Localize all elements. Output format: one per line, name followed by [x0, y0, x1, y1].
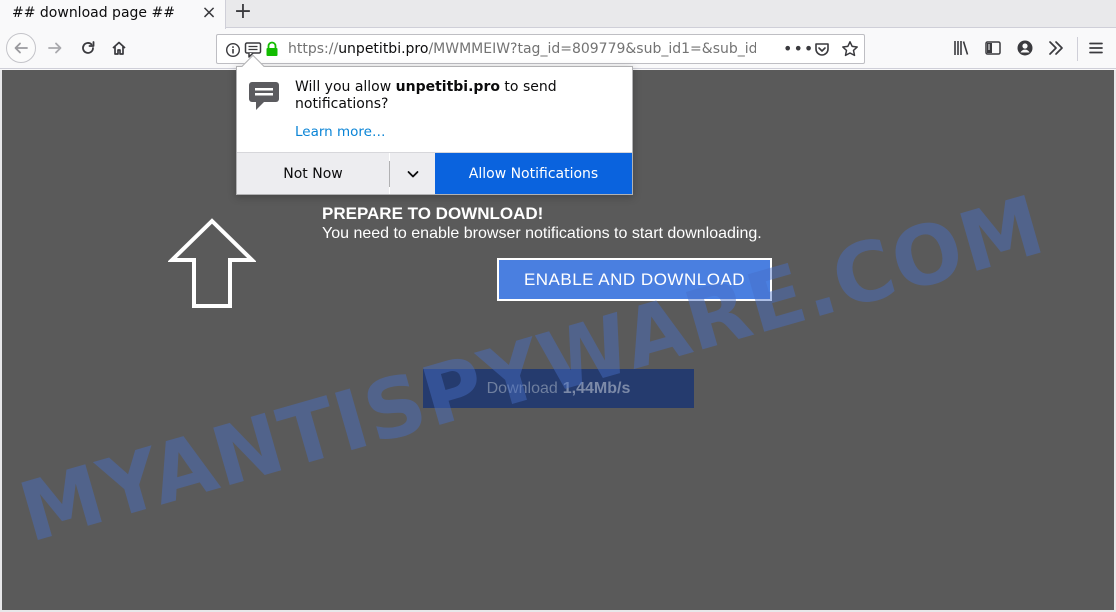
url-host: unpetitbi.pro — [338, 41, 429, 57]
lock-icon[interactable] — [265, 41, 279, 57]
tab-close-button[interactable]: × — [200, 3, 218, 23]
reload-icon — [82, 41, 95, 54]
url-path: /MWMMEIW?tag_id=809779&sub_id1=&sub_id2= — [428, 41, 756, 57]
chevron-down-icon — [407, 170, 418, 177]
page-border-left — [0, 70, 2, 612]
enable-and-download-button[interactable]: ENABLE AND DOWNLOAD — [497, 258, 772, 301]
download-label: Download — [486, 379, 558, 397]
allow-notifications-button[interactable]: Allow Notifications — [435, 153, 632, 194]
back-arrow-icon — [14, 42, 28, 54]
notification-permission-popup: Will you allow unpetitbi.pro to send not… — [236, 54, 633, 195]
allow-label: Allow Notifications — [468, 165, 599, 182]
notification-icon — [249, 82, 279, 110]
back-button[interactable] — [6, 33, 36, 63]
message-prefix: Will you allow — [295, 79, 396, 95]
prepare-instructions: You need to enable browser notifications… — [322, 225, 762, 242]
new-tab-button[interactable]: + — [230, 0, 256, 26]
forward-button[interactable] — [41, 34, 69, 62]
library-icon[interactable] — [952, 39, 970, 57]
up-arrow-icon — [168, 218, 256, 308]
more-options-dropdown[interactable] — [390, 153, 435, 194]
address-bar[interactable]: https://unpetitbi.pro/MWMMEIW?tag_id=809… — [216, 34, 865, 64]
account-icon[interactable] — [1016, 39, 1034, 57]
tab-strip: ## download page ## × + — [0, 0, 1116, 29]
active-tab[interactable]: ## download page ## × — [0, 0, 226, 29]
hamburger-menu-icon[interactable] — [1087, 39, 1105, 57]
url-text[interactable]: https://unpetitbi.pro/MWMMEIW?tag_id=809… — [288, 41, 756, 57]
permission-message: Will you allow unpetitbi.pro to send not… — [295, 79, 615, 113]
download-speed: 1,44Mb/s — [562, 379, 631, 397]
page-actions-button[interactable]: ••• — [783, 39, 814, 58]
toolbar-separator — [1077, 37, 1078, 61]
navigation-toolbar: https://unpetitbi.pro/MWMMEIW?tag_id=809… — [0, 29, 1116, 69]
not-now-button[interactable]: Not Now — [237, 153, 389, 194]
home-icon — [112, 41, 126, 55]
sidebar-icon[interactable] — [984, 39, 1002, 57]
home-button[interactable] — [105, 34, 133, 62]
learn-more-link[interactable]: Learn more… — [295, 124, 386, 140]
download-speed-button[interactable]: Download 1,44Mb/s — [423, 369, 694, 408]
pocket-icon[interactable] — [814, 41, 830, 57]
chevrons-right-icon[interactable] — [1047, 39, 1065, 57]
url-scheme: https:// — [288, 41, 339, 57]
reload-button[interactable] — [74, 34, 102, 62]
not-now-label: Not Now — [283, 165, 343, 182]
tab-title: ## download page ## — [12, 5, 175, 21]
forward-arrow-icon — [48, 42, 62, 54]
star-icon[interactable] — [841, 40, 859, 58]
prepare-heading: PREPARE TO DOWNLOAD! — [322, 204, 544, 223]
permission-button-row: Not Now Allow Notifications — [237, 152, 632, 194]
info-icon[interactable] — [225, 42, 241, 58]
message-host: unpetitbi.pro — [395, 79, 500, 95]
